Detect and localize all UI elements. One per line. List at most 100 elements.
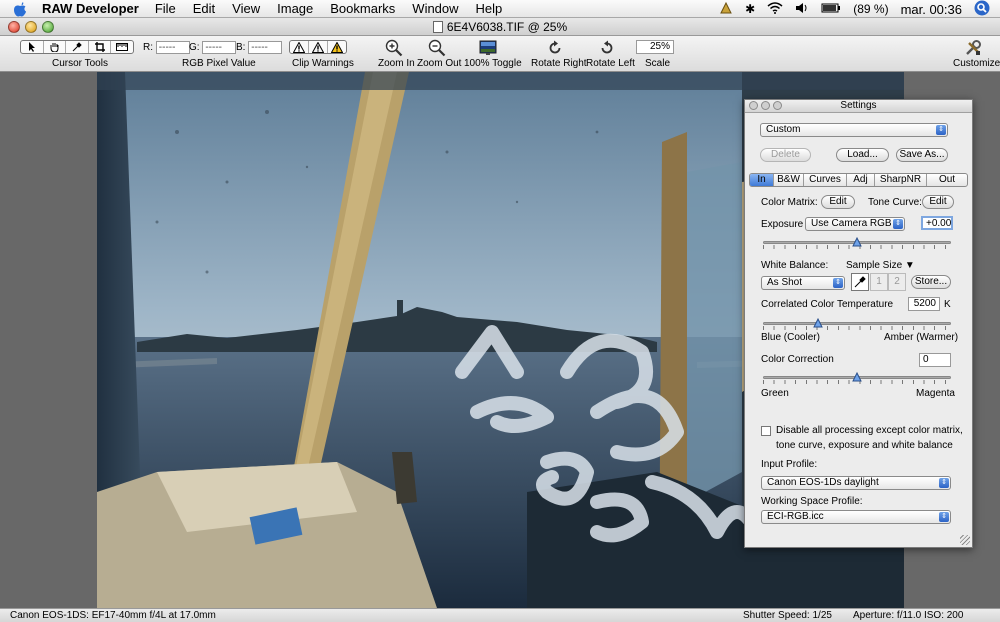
menu-bar: RAW Developer File Edit View Image Bookm… [0,0,1000,18]
color-matrix-edit-button[interactable]: Edit [821,195,855,209]
lens-info: Canon EOS-1DS: EF17-40mm f/4L at 17.0mm [10,610,216,621]
white-balance-popup[interactable]: As Shot ⇕ [761,276,845,290]
settings-zoom-button[interactable] [773,101,782,110]
bluetooth-icon[interactable]: ✱ [745,2,755,16]
rotate-right-label[interactable]: Rotate Right [531,58,587,69]
settings-title-bar[interactable]: Settings [745,100,972,113]
app-menu[interactable]: RAW Developer [42,1,139,16]
menu-bookmarks[interactable]: Bookmarks [330,1,395,16]
rotate-left-label[interactable]: Rotate Left [586,58,635,69]
tab-adj[interactable]: Adj [847,174,875,186]
cct-label: Correlated Color Temperature [761,299,894,310]
color-correction-slider-thumb[interactable] [852,372,862,382]
tab-sharpnr[interactable]: SharpNR [875,174,927,186]
eyedropper-icon[interactable] [851,273,869,291]
wb-slot-1-button[interactable]: 1 [870,273,888,291]
load-button[interactable]: Load... [836,148,889,162]
tab-curves[interactable]: Curves [804,174,847,186]
scale-field[interactable]: 25% [636,40,674,54]
100-percent-toggle-icon[interactable] [478,38,498,58]
cct-slider[interactable] [763,318,951,330]
volume-icon[interactable] [795,2,809,17]
working-space-popup[interactable]: ECI-RGB.icc ⇕ [761,510,951,524]
tab-bw[interactable]: B&W [774,174,804,186]
menu-window[interactable]: Window [412,1,458,16]
settings-close-button[interactable] [749,101,758,110]
rotate-left-icon[interactable] [597,38,617,58]
exposure-slider-thumb[interactable] [852,237,862,247]
green-label: Green [761,388,789,399]
clip-warning-black-icon[interactable] [290,41,309,53]
save-as-button[interactable]: Save As... [896,148,948,162]
zoom-in-icon[interactable] [384,38,404,58]
chevron-updown-icon: ⇕ [939,478,949,488]
color-correction-field[interactable]: 0 [919,353,951,367]
battery-icon[interactable] [821,2,841,16]
settings-minimize-button[interactable] [761,101,770,110]
cursor-tools-group [20,40,134,54]
exposure-value-field[interactable]: +0.00 [921,216,953,230]
battery-percent[interactable]: (89 %) [853,2,888,16]
r-value: ----- [155,41,190,54]
menu-clock[interactable]: mar. 00:36 [901,2,962,17]
menu-edit[interactable]: Edit [193,1,215,16]
clip-warnings-label: Clip Warnings [292,58,354,69]
menu-image[interactable]: Image [277,1,313,16]
menu-view[interactable]: View [232,1,260,16]
magenta-label: Magenta [916,388,955,399]
script-icon[interactable] [719,1,733,18]
tab-out[interactable]: Out [927,174,967,186]
crop-tool-icon[interactable] [89,41,112,53]
disable-processing-text-2: tone curve, exposure and white balance [776,440,953,451]
input-profile-popup[interactable]: Canon EOS-1Ds daylight ⇕ [761,476,951,490]
arrow-tool-icon[interactable] [21,41,44,53]
wb-slot-2-button[interactable]: 2 [888,273,906,291]
window-title-bar: 6E4V6038.TIF @ 25% [0,18,1000,36]
cct-value-field[interactable]: 5200 [908,297,940,311]
straighten-tool-icon[interactable] [111,41,133,53]
zoom-in-label[interactable]: Zoom In [378,58,415,69]
customize-label[interactable]: Customize [953,58,1000,69]
store-button[interactable]: Store... [911,275,951,289]
clip-warning-color-icon[interactable] [328,41,346,53]
hand-tool-icon[interactable] [44,41,67,53]
b-value: ----- [248,41,283,54]
chevron-updown-icon: ⇕ [893,219,903,229]
working-space-label: Working Space Profile: [761,496,863,507]
zoom-out-label[interactable]: Zoom Out [417,58,461,69]
triangle-down-icon: ▼ [904,260,915,271]
tab-in[interactable]: In [750,174,774,186]
spotlight-icon[interactable] [974,0,990,19]
cct-slider-thumb[interactable] [812,318,823,328]
sample-size-label[interactable]: Sample Size ▼ [846,260,915,271]
tone-curve-edit-button[interactable]: Edit [922,195,954,209]
disable-processing-checkbox[interactable] [761,426,771,436]
resize-grip[interactable] [960,535,970,545]
clip-warning-white-icon[interactable] [309,41,328,53]
color-correction-label: Color Correction [761,354,834,365]
settings-panel: Settings Custom ⇕ Delete Load... Save As.… [744,99,973,548]
wifi-icon[interactable] [767,1,783,17]
color-correction-slider[interactable] [763,372,951,384]
exposure-mode-popup[interactable]: Use Camera RGB ⇕ [805,217,905,231]
eyedropper-tool-icon[interactable] [66,41,89,53]
preset-popup[interactable]: Custom ⇕ [760,123,948,137]
delete-button[interactable]: Delete [760,148,811,162]
menu-file[interactable]: File [155,1,176,16]
settings-tabs: In B&W Curves Adj SharpNR Out [749,173,968,187]
zoom-out-icon[interactable] [427,38,447,58]
shutter-speed: Shutter Speed: 1/25 [743,610,832,621]
100-percent-toggle-label[interactable]: 100% Toggle [464,58,522,69]
apple-menu-icon[interactable] [12,1,28,17]
cursor-tools-label: Cursor Tools [52,58,108,69]
chevron-updown-icon: ⇕ [939,512,949,522]
menu-help[interactable]: Help [476,1,503,16]
exposure-slider[interactable] [763,237,951,249]
rotate-right-icon[interactable] [545,38,565,58]
blue-cooler-label: Blue (Cooler) [761,332,820,343]
aperture-iso: Aperture: f/11.0 ISO: 200 [853,610,964,621]
clip-warnings-group [289,40,347,54]
rgb-g: G: ----- [189,41,237,54]
settings-title: Settings [840,100,877,111]
customize-icon[interactable] [963,38,983,58]
